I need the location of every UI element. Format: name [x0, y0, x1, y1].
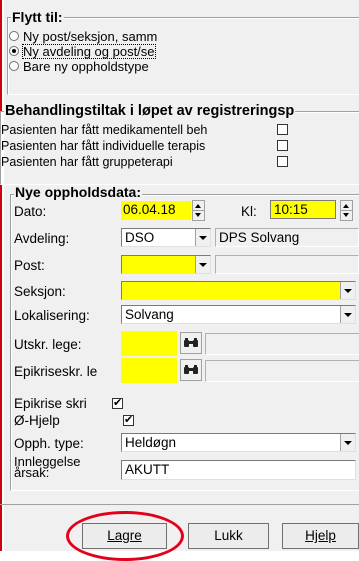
help-button[interactable]: Hjelp — [282, 523, 359, 549]
treatment-label-individual: Pasienten har fått individuelle terapis — [1, 139, 206, 153]
post-label: Post: — [14, 258, 45, 273]
stay-type-label: Opph. type: — [14, 436, 84, 451]
stay-type-value: Heldøgn — [125, 435, 177, 450]
department-label: Avdeling: — [14, 231, 70, 246]
department-code: DSO — [125, 230, 155, 245]
close-button-label: Lukk — [214, 528, 243, 543]
post-dropdown-icon[interactable] — [195, 256, 210, 273]
section-select[interactable] — [121, 281, 356, 300]
highlight-ellipse — [66, 511, 184, 561]
radio-option-new-department[interactable]: Ny avdeling og post/se — [9, 43, 156, 59]
location-value: Solvang — [125, 307, 174, 322]
discharge-doctor-label: Utskr. lege: — [14, 337, 82, 352]
department-dropdown-icon[interactable] — [195, 229, 210, 246]
epicrisis-doctor-name — [205, 360, 359, 382]
binoculars-icon[interactable] — [180, 359, 202, 381]
button-separator — [0, 504, 359, 505]
discharge-doctor-name — [205, 333, 359, 355]
radio-button-selected[interactable] — [9, 46, 19, 56]
radio-option-new-stay-type[interactable]: Bare ny oppholdstype — [9, 59, 149, 73]
section-label: Seksjon: — [14, 284, 66, 299]
treatment-label-medication: Pasienten har fått medikamentell beh — [1, 123, 208, 137]
spin-up-icon[interactable] — [343, 204, 349, 208]
close-button[interactable]: Lukk — [188, 523, 269, 549]
treatment-label-group: Pasienten har fått gruppeterapi — [1, 155, 173, 169]
radio-label: Ny avdeling og post/se — [22, 43, 156, 59]
stay-title: Nye oppholdsdata: — [14, 184, 143, 200]
treatment-checkbox-medication[interactable] — [277, 124, 288, 135]
moved-to-title: Flytt til: — [11, 9, 64, 25]
spin-down-icon[interactable] — [343, 213, 349, 217]
help-button-label: Hjelp — [305, 528, 336, 543]
section-dropdown-icon[interactable] — [340, 282, 355, 299]
dialog-panel: Flytt til: Ny post/seksjon, samm Ny avde… — [0, 0, 359, 561]
epicrisis-doctor-label: Epikriseskr. le — [14, 364, 98, 379]
location-label: Lokalisering: — [14, 308, 90, 323]
epicrisis-write-label: Epikrise skri — [14, 396, 87, 411]
emergency-help-checkbox[interactable] — [123, 413, 134, 426]
department-name: DPS Solvang — [215, 228, 359, 247]
spin-up-icon[interactable] — [195, 204, 201, 208]
date-spinner[interactable] — [192, 200, 205, 221]
admission-reason-label: Innleggelse årsak: — [14, 454, 81, 480]
time-field[interactable]: 10:15 — [270, 200, 336, 219]
date-field[interactable]: 06.04.18 — [121, 201, 191, 220]
stay-type-dropdown-icon[interactable] — [340, 434, 355, 451]
location-dropdown-icon[interactable] — [340, 306, 355, 323]
radio-option-new-post[interactable]: Ny post/seksjon, samm — [9, 29, 157, 43]
emergency-help-label: Ø-Hjelp — [14, 413, 60, 428]
radio-button[interactable] — [9, 61, 19, 71]
time-spinner[interactable] — [340, 200, 353, 221]
spinner-divider — [193, 210, 204, 211]
spin-down-icon[interactable] — [195, 213, 201, 217]
radio-button[interactable] — [9, 31, 19, 41]
treatment-checkbox-group[interactable] — [277, 156, 288, 167]
radio-label: Bare ny oppholdstype — [23, 58, 149, 74]
treatment-checkbox-individual[interactable] — [277, 140, 288, 151]
location-select[interactable]: Solvang — [121, 305, 356, 324]
time-label: Kl: — [241, 204, 257, 219]
treatment-title: Behandlingstiltak i løpet av registrerin… — [4, 103, 296, 119]
admission-reason-field[interactable]: AKUTT — [121, 460, 356, 480]
discharge-doctor-field[interactable] — [121, 331, 177, 356]
epicrisis-doctor-field[interactable] — [121, 358, 177, 383]
epicrisis-write-checkbox[interactable] — [112, 396, 123, 409]
post-name — [215, 255, 359, 274]
stay-type-select[interactable]: Heldøgn — [121, 433, 356, 452]
spinner-divider — [341, 210, 352, 211]
date-label: Dato: — [14, 204, 47, 219]
binoculars-icon[interactable] — [180, 332, 202, 354]
radio-label: Ny post/seksjon, samm — [23, 28, 158, 44]
window-edge — [0, 0, 2, 551]
